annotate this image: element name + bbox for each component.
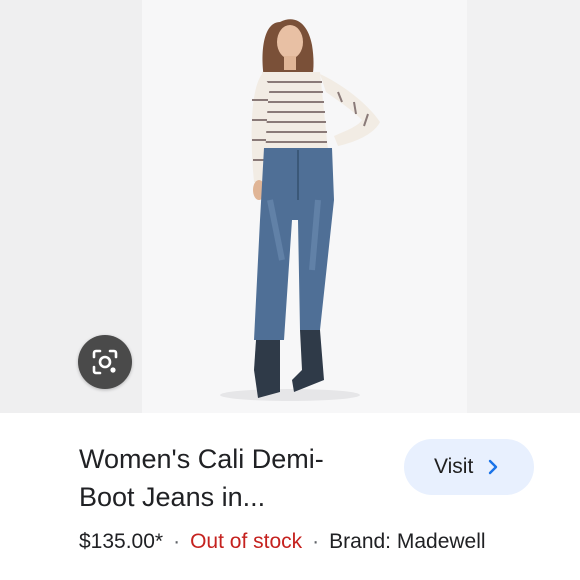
visit-label: Visit xyxy=(434,455,474,478)
google-lens-button[interactable] xyxy=(78,335,132,389)
price: $135.00* xyxy=(79,530,164,553)
visit-button[interactable]: Visit xyxy=(404,439,534,495)
product-title-line2: Boot Jeans in... xyxy=(79,482,266,512)
camera-search-icon xyxy=(92,349,118,375)
image-area xyxy=(0,0,580,413)
product-title[interactable]: Women's Cali Demi- Boot Jeans in... xyxy=(79,440,379,516)
right-image-strip xyxy=(467,0,580,413)
product-meta: $135.00* · Out of stock · Brand: Madewell xyxy=(79,530,486,554)
product-title-line1: Women's Cali Demi- xyxy=(79,444,324,474)
brand-label: Brand: Madewell xyxy=(329,530,486,553)
stock-status: Out of stock xyxy=(190,530,303,553)
model-illustration xyxy=(220,19,380,401)
separator-dot: · xyxy=(173,530,181,553)
product-image[interactable] xyxy=(142,0,467,413)
separator-dot: · xyxy=(312,530,320,553)
chevron-right-icon xyxy=(487,459,499,475)
